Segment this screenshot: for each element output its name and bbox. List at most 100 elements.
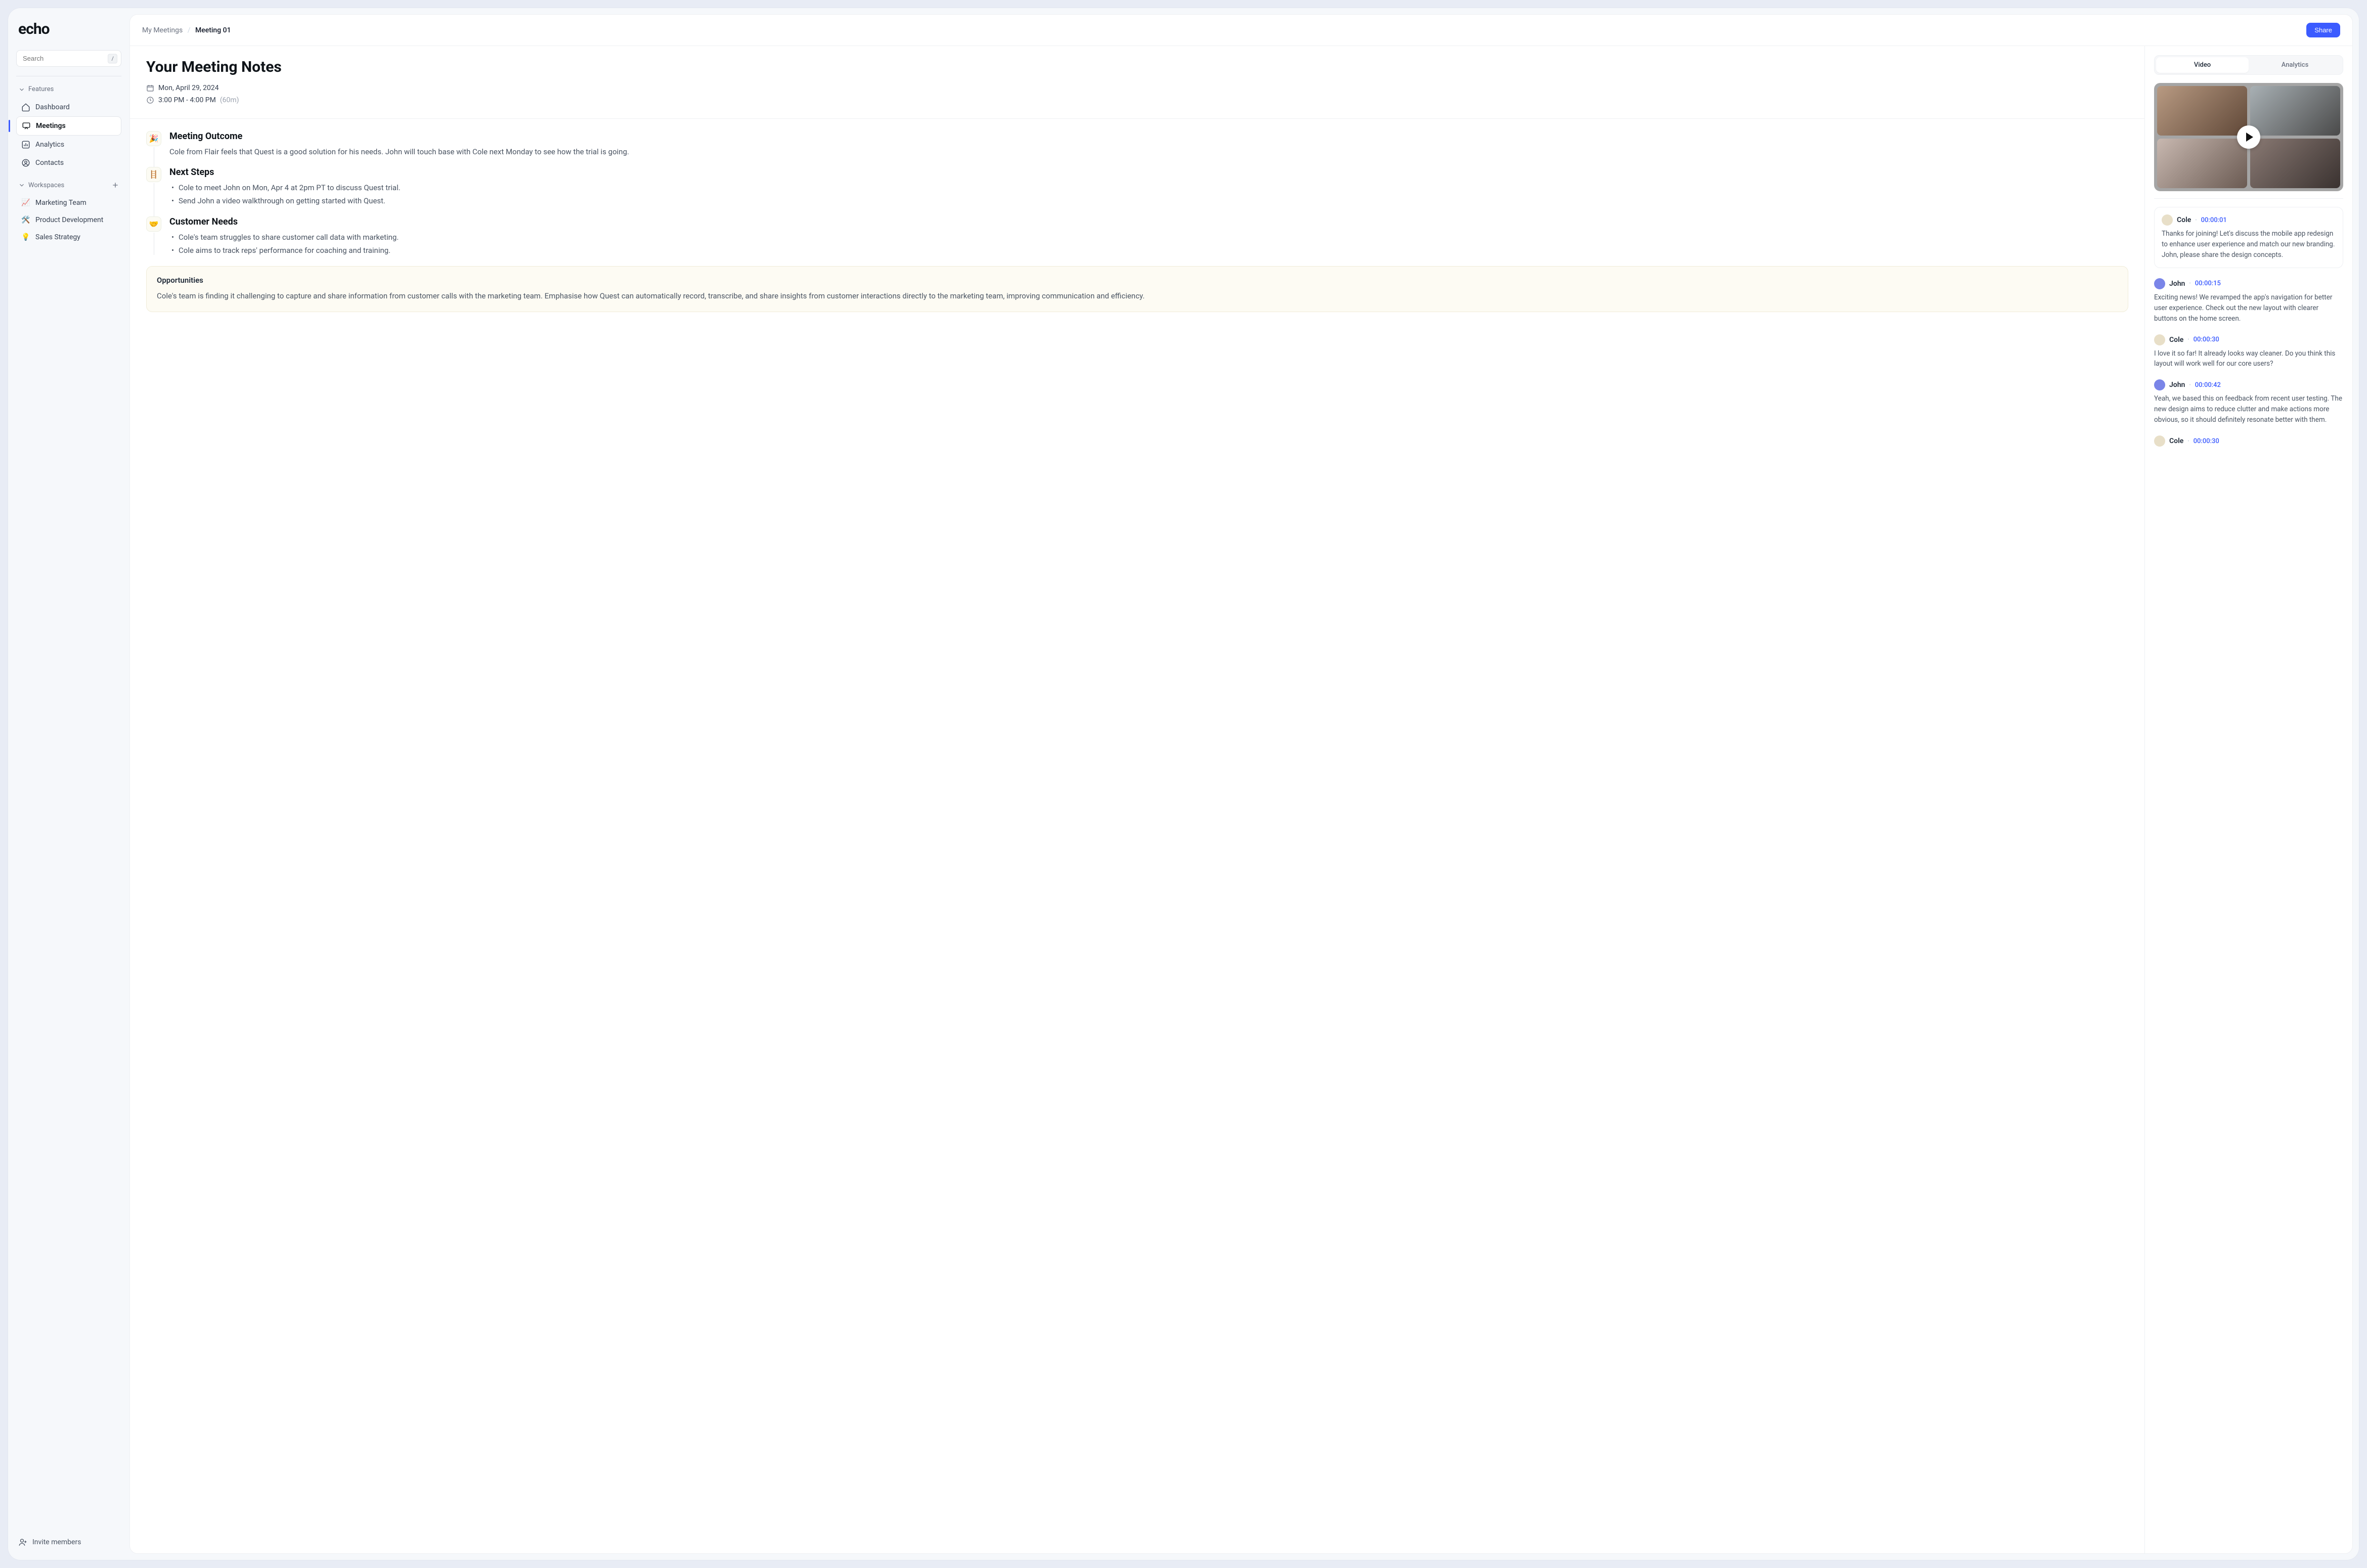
meeting-time-row: 3:00 PM - 4:00 PM (60m)	[146, 96, 2128, 104]
dot-separator: •	[2189, 382, 2190, 388]
transcript: Cole • 00:00:01 Thanks for joining! Let'…	[2154, 207, 2343, 450]
list-item: Cole to meet John on Mon, Apr 4 at 2pm P…	[169, 182, 2128, 195]
main: My Meetings / Meeting 01 Share Your Meet…	[129, 14, 2353, 1554]
speaker-name: John	[2169, 381, 2185, 389]
section-text: Cole from Flair feels that Quest is a go…	[169, 146, 2128, 158]
section-title: Meeting Outcome	[169, 131, 2128, 142]
divider	[2154, 198, 2343, 199]
search-box: /	[16, 50, 121, 67]
handshake-emoji-icon: 🤝	[146, 216, 161, 232]
page-title: Your Meeting Notes	[146, 58, 2128, 76]
meeting-date: Mon, April 29, 2024	[158, 84, 219, 92]
presentation-icon	[22, 121, 31, 130]
tab-analytics[interactable]: Analytics	[2249, 57, 2341, 73]
avatar	[2154, 278, 2165, 289]
workspaces-label: Workspaces	[28, 182, 64, 189]
transcript-entry[interactable]: John • 00:00:15 Exciting news! We revamp…	[2154, 278, 2343, 324]
transcript-text: Thanks for joining! Let's discuss the mo…	[2162, 229, 2336, 260]
play-icon	[2246, 133, 2253, 142]
opportunities-callout: Opportunities Cole's team is finding it …	[146, 266, 2128, 312]
search-input[interactable]	[16, 50, 121, 67]
features-header[interactable]: Features	[16, 83, 121, 95]
right-column: Video Analytics	[2145, 46, 2352, 1553]
breadcrumb-parent[interactable]: My Meetings	[142, 26, 183, 34]
bullet-list: Cole's team struggles to share customer …	[169, 231, 2128, 257]
meeting-time: 3:00 PM - 4:00 PM	[158, 96, 216, 104]
ladder-emoji-icon: 🪜	[146, 167, 161, 182]
transcript-entry[interactable]: Cole • 00:00:30 I love it so far! It alr…	[2154, 334, 2343, 370]
dot-separator: •	[2187, 337, 2189, 342]
workspace-product[interactable]: 🛠️ Product Development	[16, 211, 121, 229]
avatar	[2154, 379, 2165, 390]
avatar	[2154, 435, 2165, 447]
home-icon	[21, 103, 30, 112]
bullet-list: Cole to meet John on Mon, Apr 4 at 2pm P…	[169, 182, 2128, 207]
avatar	[2154, 334, 2165, 345]
participant-tile	[2250, 86, 2340, 136]
tabs: Video Analytics	[2154, 55, 2343, 75]
participant-tile	[2250, 139, 2340, 188]
tools-emoji-icon: 🛠️	[21, 216, 30, 224]
avatar	[2162, 214, 2173, 226]
transcript-entry[interactable]: John • 00:00:42 Yeah, we based this on f…	[2154, 379, 2343, 425]
nav-dashboard[interactable]: Dashboard	[16, 98, 121, 116]
user-plus-icon	[18, 1538, 27, 1547]
timestamp[interactable]: 00:00:42	[2195, 381, 2221, 389]
invite-label: Invite members	[32, 1538, 81, 1546]
plus-icon[interactable]	[111, 181, 119, 189]
list-item: Cole's team struggles to share customer …	[169, 231, 2128, 244]
nav-analytics[interactable]: Analytics	[16, 136, 121, 154]
section-title: Customer Needs	[169, 216, 2128, 227]
workspace-marketing[interactable]: 📈 Marketing Team	[16, 194, 121, 211]
search-shortcut-key: /	[108, 54, 117, 63]
nav-meetings[interactable]: Meetings	[16, 116, 121, 136]
section-title: Next Steps	[169, 167, 2128, 178]
chart-emoji-icon: 📈	[21, 199, 30, 207]
speaker-name: Cole	[2169, 336, 2183, 344]
app-logo: echo	[16, 20, 121, 38]
workspace-label: Sales Strategy	[35, 233, 80, 241]
meeting-duration: (60m)	[220, 96, 239, 104]
dot-separator: •	[2189, 281, 2190, 286]
nav-label: Meetings	[36, 122, 66, 130]
nav-contacts[interactable]: Contacts	[16, 154, 121, 172]
chevron-down-icon	[18, 86, 25, 93]
list-item: Cole aims to track reps' performance for…	[169, 244, 2128, 257]
nav-label: Contacts	[35, 159, 64, 167]
workspace-label: Marketing Team	[35, 199, 86, 207]
calendar-icon	[146, 84, 154, 92]
customer-needs-section: 🤝 Customer Needs Cole's team struggles t…	[146, 216, 2128, 257]
nav-label: Analytics	[35, 141, 64, 149]
play-button[interactable]	[2237, 125, 2260, 149]
meeting-date-row: Mon, April 29, 2024	[146, 84, 2128, 92]
transcript-entry[interactable]: Cole • 00:00:30	[2154, 435, 2343, 450]
barchart-icon	[21, 140, 30, 149]
share-button[interactable]: Share	[2306, 23, 2340, 37]
timestamp[interactable]: 00:00:15	[2195, 280, 2221, 287]
timestamp[interactable]: 00:00:30	[2194, 438, 2219, 445]
workspace-sales[interactable]: 💡 Sales Strategy	[16, 229, 121, 246]
chevron-down-icon	[18, 182, 25, 189]
breadcrumb-current: Meeting 01	[195, 26, 231, 34]
transcript-text: Yeah, we based this on feedback from rec…	[2154, 394, 2343, 425]
callout-text: Cole's team is finding it challenging to…	[157, 290, 2118, 302]
outcome-section: 🎉 Meeting Outcome Cole from Flair feels …	[146, 131, 2128, 158]
speaker-name: Cole	[2177, 216, 2191, 224]
clock-icon	[146, 96, 154, 104]
dot-separator: •	[2195, 217, 2197, 223]
transcript-entry[interactable]: Cole • 00:00:01 Thanks for joining! Let'…	[2154, 207, 2343, 268]
sidebar: echo / Features Dashboard Meetings Analy…	[8, 8, 129, 1560]
next-steps-section: 🪜 Next Steps Cole to meet John on Mon, A…	[146, 167, 2128, 207]
breadcrumb: My Meetings / Meeting 01	[142, 26, 231, 34]
timestamp[interactable]: 00:00:30	[2194, 336, 2219, 343]
list-item: Send John a video walkthrough on getting…	[169, 195, 2128, 208]
participant-tile	[2157, 139, 2247, 188]
invite-members-button[interactable]: Invite members	[16, 1533, 121, 1552]
callout-title: Opportunities	[157, 276, 2118, 285]
tab-video[interactable]: Video	[2156, 57, 2249, 73]
notes-column: Your Meeting Notes Mon, April 29, 2024 3…	[130, 46, 2145, 1553]
workspaces-header[interactable]: Workspaces	[16, 179, 121, 191]
timestamp[interactable]: 00:00:01	[2201, 216, 2227, 224]
speaker-name: Cole	[2169, 437, 2183, 445]
video-thumbnail	[2154, 83, 2343, 191]
